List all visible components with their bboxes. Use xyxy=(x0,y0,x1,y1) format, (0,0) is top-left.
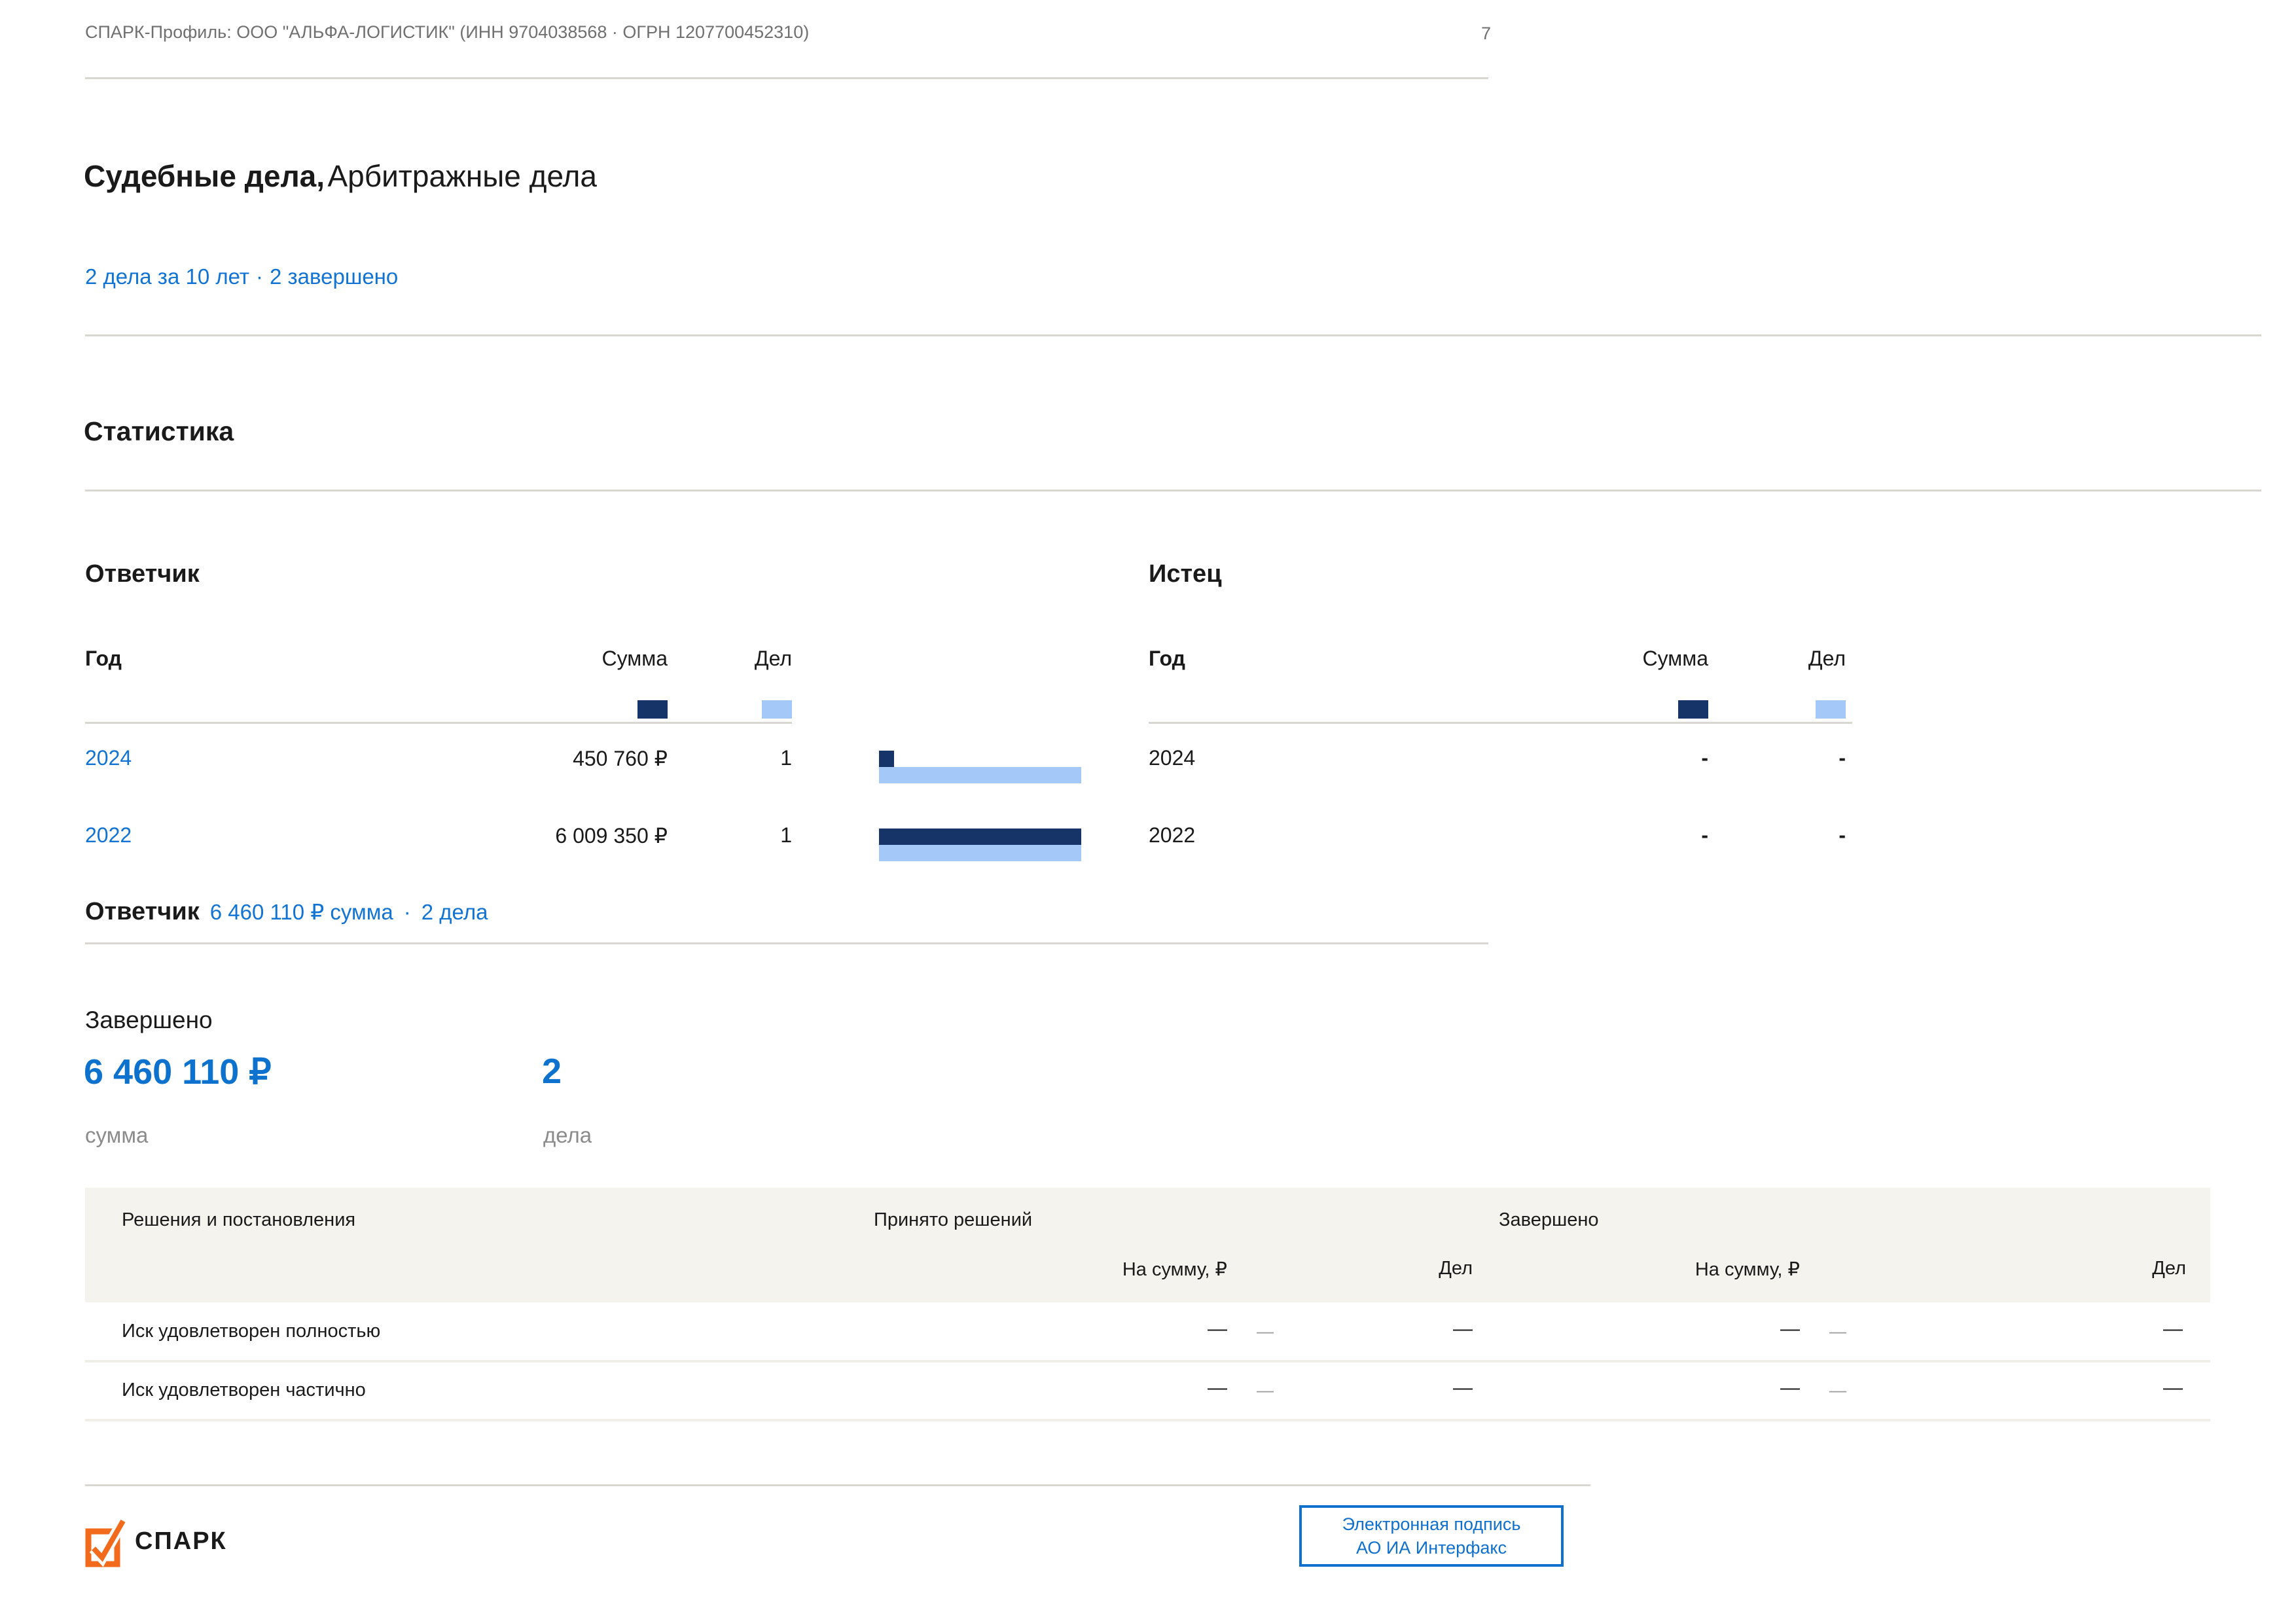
defendant-total-cases-link[interactable]: 2 дела xyxy=(422,900,488,925)
finished-cases-value: 2 xyxy=(542,1051,562,1092)
decisions-col-main: Решения и постановления xyxy=(122,1209,355,1231)
defendant-year-link[interactable]: 2024 xyxy=(85,746,132,770)
finished-count-link[interactable]: 2 завершено xyxy=(270,264,398,289)
defendant-sum-value: 450 760 ₽ xyxy=(458,746,668,771)
decisions-sub-sum: На сумму, ₽ xyxy=(1643,1258,1800,1281)
sum-bar-2024 xyxy=(879,751,894,767)
checkbox-check-icon xyxy=(84,1516,130,1568)
cases-bar-2022 xyxy=(879,845,1081,861)
defendant-cases-value: 1 xyxy=(720,823,792,847)
decisions-sub-sum: На сумму, ₽ xyxy=(1070,1258,1227,1281)
document-header-title: СПАРК-Профиль: ООО "АЛЬФА-ЛОГИСТИК" (ИНН… xyxy=(85,22,809,43)
plaintiff-year: 2022 xyxy=(1149,823,1195,847)
cases-count-link[interactable]: 2 дела за 10 лет xyxy=(85,264,249,289)
decisions-row-separator xyxy=(85,1360,2210,1363)
plaintiff-heading: Истец xyxy=(1149,560,1222,588)
finished-sum-value: 6 460 110 ₽ xyxy=(84,1051,272,1092)
plaintiff-sum-empty: - xyxy=(1551,746,1708,770)
defendant-sum-value: 6 009 350 ₽ xyxy=(458,823,668,848)
defendant-total-label: Ответчик xyxy=(85,898,200,926)
statistics-heading: Статистика xyxy=(84,416,234,447)
decision-note-dash: — xyxy=(1257,1380,1274,1400)
decisions-group-accepted: Принято решений xyxy=(874,1209,1032,1231)
finished-sum-label: сумма xyxy=(85,1123,148,1148)
defendant-heading: Ответчик xyxy=(85,560,200,588)
finished-cases-label: дела xyxy=(543,1123,592,1148)
total-separator: · xyxy=(404,900,411,925)
bar-row-2022 xyxy=(879,845,1081,861)
decision-note-dash: — xyxy=(1829,1321,1846,1342)
decision-note-dash: — xyxy=(1257,1321,1274,1342)
plaintiff-sum-empty: - xyxy=(1551,823,1708,847)
decision-value-dash: — xyxy=(1407,1318,1473,1340)
defendant-col-sum: Сумма xyxy=(511,647,668,671)
decision-value-dash: — xyxy=(1122,1377,1227,1399)
totals-divider xyxy=(85,942,1488,944)
section-title-main: Судебные дела, xyxy=(84,159,325,193)
statistics-divider xyxy=(85,490,2261,491)
defendant-col-year: Год xyxy=(85,647,122,671)
decision-value-dash: — xyxy=(1407,1377,1473,1399)
section-title: Судебные дела, Арбитражные дела xyxy=(84,158,597,194)
plaintiff-year: 2024 xyxy=(1149,746,1195,770)
bar-row-2024 xyxy=(879,751,1081,767)
decision-row-label: Иск удовлетворен частично xyxy=(122,1380,366,1401)
cases-legend-swatch xyxy=(762,700,792,719)
links-separator: · xyxy=(256,264,263,289)
decision-value-dash: — xyxy=(2117,1318,2183,1340)
decision-value-dash: — xyxy=(1122,1318,1227,1340)
plaintiff-col-sum: Сумма xyxy=(1551,647,1708,671)
decisions-group-finished: Завершено xyxy=(1499,1209,1599,1231)
defendant-total-line: Ответчик 6 460 110 ₽ сумма · 2 дела xyxy=(85,898,488,926)
sum-legend-swatch xyxy=(637,700,668,719)
plaintiff-cases-empty: - xyxy=(1708,746,1846,770)
decisions-sub-cases: Дел xyxy=(2121,1258,2186,1279)
section-title-sub: Арбитражные дела xyxy=(328,159,597,193)
cases-summary-links: 2 дела за 10 лет · 2 завершено xyxy=(85,264,398,289)
plaintiff-col-year: Год xyxy=(1149,647,1185,671)
intro-divider xyxy=(85,334,2261,336)
decision-row-label: Иск удовлетворен полностью xyxy=(122,1321,380,1342)
defendant-cases-value: 1 xyxy=(720,746,792,770)
plaintiff-table-divider xyxy=(1149,722,1852,724)
footer-divider xyxy=(85,1484,1590,1486)
plaintiff-col-cases: Дел xyxy=(1708,647,1846,671)
defendant-year-link[interactable]: 2022 xyxy=(85,823,132,847)
defendant-col-cases: Дел xyxy=(655,647,792,671)
decision-value-dash: — xyxy=(1695,1377,1800,1399)
decisions-row-separator xyxy=(85,1419,2210,1421)
cases-bar-2024 xyxy=(879,767,1081,783)
spark-logo-icon xyxy=(84,1516,130,1568)
decisions-table-header-bg xyxy=(85,1188,2210,1302)
page-number: 7 xyxy=(1452,24,1491,44)
plaintiff-cases-empty: - xyxy=(1708,823,1846,847)
bar-row-2022 xyxy=(879,829,1081,845)
stamp-line-1: Электронная подпись xyxy=(1342,1512,1521,1536)
spark-logo-text: СПАРК xyxy=(135,1527,227,1556)
electronic-signature-stamp[interactable]: Электронная подпись АО ИА Интерфакс xyxy=(1299,1505,1564,1567)
header-divider xyxy=(85,77,1488,79)
report-page: СПАРК-Профиль: ООО "АЛЬФА-ЛОГИСТИК" (ИНН… xyxy=(0,0,2296,1623)
sum-legend-swatch xyxy=(1678,700,1708,719)
defendant-table-divider xyxy=(85,722,792,724)
bar-row-2024 xyxy=(879,767,1081,783)
decision-value-dash: — xyxy=(2117,1377,2183,1399)
decisions-sub-cases: Дел xyxy=(1407,1258,1473,1279)
decision-note-dash: — xyxy=(1829,1380,1846,1400)
decision-value-dash: — xyxy=(1695,1318,1800,1340)
defendant-total-sum-link[interactable]: 6 460 110 ₽ сумма xyxy=(210,899,393,925)
finished-heading: Завершено xyxy=(85,1007,213,1034)
cases-legend-swatch xyxy=(1816,700,1846,719)
sum-bar-2022 xyxy=(879,829,1081,845)
stamp-line-2: АО ИА Интерфакс xyxy=(1356,1536,1507,1560)
